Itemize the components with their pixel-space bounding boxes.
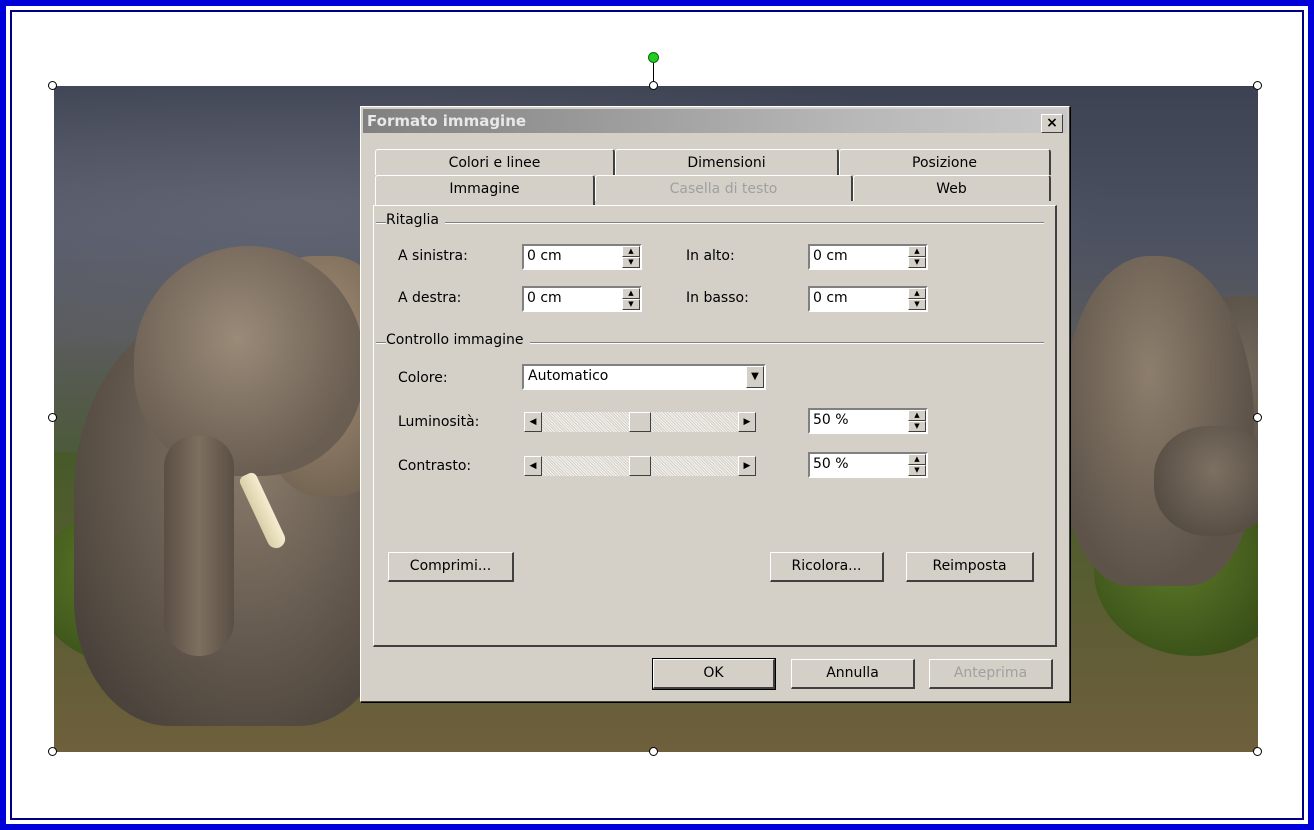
scroll-right-icon[interactable]: ▶ bbox=[738, 412, 756, 432]
crop-right-spin-buttons: ▲ ▼ bbox=[622, 288, 640, 310]
contrast-slider[interactable]: ◀ ▶ bbox=[524, 456, 756, 476]
crop-left-spin-buttons: ▲ ▼ bbox=[622, 246, 640, 268]
spin-up-icon[interactable]: ▲ bbox=[908, 454, 926, 465]
reset-button[interactable]: Reimposta bbox=[906, 552, 1034, 582]
brightness-slider-thumb[interactable] bbox=[629, 412, 651, 432]
ok-button[interactable]: OK bbox=[652, 658, 776, 690]
dialog-title: Formato immagine bbox=[367, 112, 527, 130]
recolor-button[interactable]: Ricolora... bbox=[770, 552, 884, 582]
spin-up-icon[interactable]: ▲ bbox=[908, 288, 926, 299]
cancel-button[interactable]: Annulla bbox=[791, 659, 915, 689]
resize-handle-bottom-left[interactable] bbox=[48, 747, 57, 756]
spin-down-icon[interactable]: ▼ bbox=[908, 421, 926, 432]
crop-bottom-value: 0 cm bbox=[813, 290, 848, 306]
tab-panel-picture: Ritaglia A sinistra: 0 cm ▲ ▼ In alto: 0… bbox=[373, 205, 1057, 647]
resize-handle-top-right[interactable] bbox=[1253, 81, 1262, 90]
tab-web[interactable]: Web bbox=[853, 175, 1051, 201]
chevron-down-icon[interactable]: ▼ bbox=[746, 366, 764, 388]
tab-size[interactable]: Dimensioni bbox=[615, 149, 839, 175]
scroll-left-icon[interactable]: ◀ bbox=[524, 412, 542, 432]
spin-down-icon[interactable]: ▼ bbox=[622, 257, 640, 268]
contrast-value: 50 % bbox=[813, 456, 849, 472]
crop-top-spin-buttons: ▲ ▼ bbox=[908, 246, 926, 268]
resize-handle-left[interactable] bbox=[48, 413, 57, 422]
crop-right-value: 0 cm bbox=[527, 290, 562, 306]
tab-position[interactable]: Posizione bbox=[839, 149, 1051, 175]
tab-colors-lines[interactable]: Colori e linee bbox=[375, 149, 615, 175]
brightness-value: 50 % bbox=[813, 412, 849, 428]
spin-down-icon[interactable]: ▼ bbox=[908, 465, 926, 476]
contrast-slider-thumb[interactable] bbox=[629, 456, 651, 476]
crop-bottom-label: In basso: bbox=[686, 290, 749, 306]
elephant-trunk bbox=[164, 436, 234, 656]
crop-top-label: In alto: bbox=[686, 248, 735, 264]
rotation-handle[interactable] bbox=[648, 52, 659, 63]
brightness-slider[interactable]: ◀ ▶ bbox=[524, 412, 756, 432]
spin-down-icon[interactable]: ▼ bbox=[908, 299, 926, 310]
color-label: Colore: bbox=[398, 370, 448, 386]
resize-handle-bottom-right[interactable] bbox=[1253, 747, 1262, 756]
resize-handle-right[interactable] bbox=[1253, 413, 1262, 422]
compress-button[interactable]: Comprimi... bbox=[388, 552, 514, 582]
crop-bottom-spin-buttons: ▲ ▼ bbox=[908, 288, 926, 310]
close-icon[interactable]: × bbox=[1041, 114, 1063, 133]
contrast-label: Contrasto: bbox=[398, 458, 472, 474]
tab-picture[interactable]: Immagine bbox=[375, 175, 595, 205]
contrast-spinner[interactable]: 50 % ▲ ▼ bbox=[808, 452, 928, 478]
color-select-value: Automatico bbox=[528, 368, 609, 384]
background-elephant bbox=[1064, 256, 1254, 586]
crop-right-spinner[interactable]: 0 cm ▲ ▼ bbox=[522, 286, 642, 312]
crop-group-line bbox=[376, 222, 1044, 224]
contrast-spin-buttons: ▲ ▼ bbox=[908, 454, 926, 476]
image-control-group-label: Controllo immagine bbox=[386, 332, 530, 348]
crop-right-label: A destra: bbox=[398, 290, 462, 306]
brightness-spinner[interactable]: 50 % ▲ ▼ bbox=[808, 408, 928, 434]
crop-top-value: 0 cm bbox=[813, 248, 848, 264]
resize-handle-top-left[interactable] bbox=[48, 81, 57, 90]
crop-top-spinner[interactable]: 0 cm ▲ ▼ bbox=[808, 244, 928, 270]
elephant-calf bbox=[1154, 426, 1258, 536]
crop-left-label: A sinistra: bbox=[398, 248, 468, 264]
scroll-right-icon[interactable]: ▶ bbox=[738, 456, 756, 476]
brightness-spin-buttons: ▲ ▼ bbox=[908, 410, 926, 432]
spin-up-icon[interactable]: ▲ bbox=[622, 288, 640, 299]
brightness-label: Luminosità: bbox=[398, 414, 480, 430]
spin-up-icon[interactable]: ▲ bbox=[908, 246, 926, 257]
crop-left-value: 0 cm bbox=[527, 248, 562, 264]
crop-bottom-spinner[interactable]: 0 cm ▲ ▼ bbox=[808, 286, 928, 312]
dialog-titlebar[interactable]: Formato immagine × bbox=[363, 109, 1067, 133]
color-select[interactable]: Automatico ▼ bbox=[522, 364, 766, 390]
spin-down-icon[interactable]: ▼ bbox=[908, 257, 926, 268]
spin-up-icon[interactable]: ▲ bbox=[908, 410, 926, 421]
scroll-left-icon[interactable]: ◀ bbox=[524, 456, 542, 476]
crop-left-spinner[interactable]: 0 cm ▲ ▼ bbox=[522, 244, 642, 270]
resize-handle-top[interactable] bbox=[649, 81, 658, 90]
tab-text-box: Casella di testo bbox=[595, 175, 853, 201]
spin-up-icon[interactable]: ▲ bbox=[622, 246, 640, 257]
elephant-head bbox=[134, 246, 364, 476]
resize-handle-bottom[interactable] bbox=[649, 747, 658, 756]
spin-down-icon[interactable]: ▼ bbox=[622, 299, 640, 310]
crop-group-label: Ritaglia bbox=[386, 212, 445, 228]
format-picture-dialog: Formato immagine × Colori e linee Dimens… bbox=[360, 106, 1070, 702]
preview-button: Anteprima bbox=[929, 659, 1053, 689]
